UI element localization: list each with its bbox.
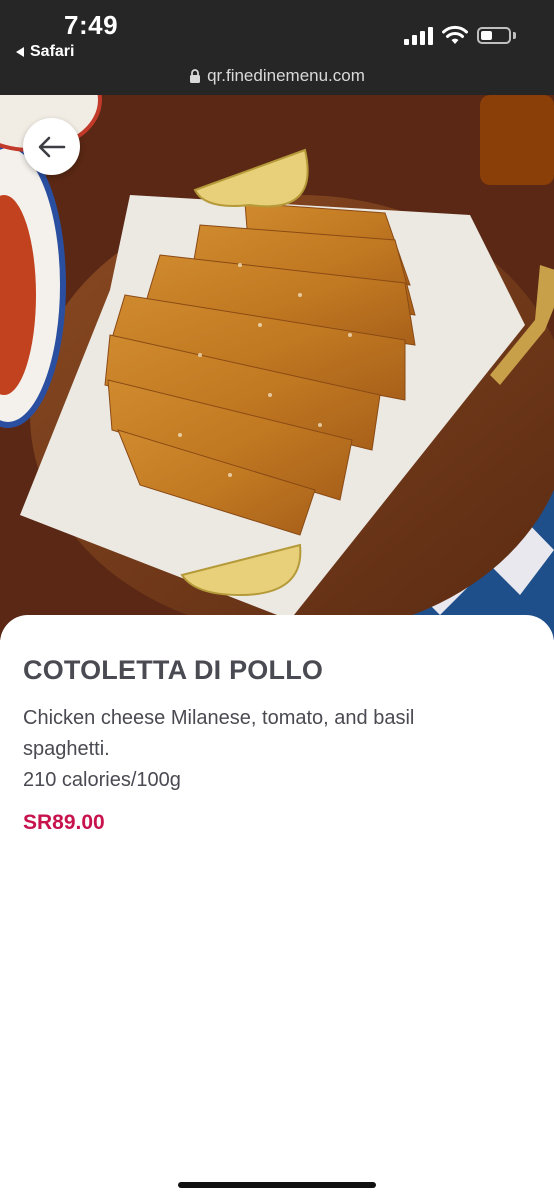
item-description: Chicken cheese Milanese, tomato, and bas… — [23, 703, 523, 796]
wifi-icon — [442, 25, 468, 44]
item-price: SR89.00 — [23, 811, 105, 834]
battery-icon — [477, 27, 511, 44]
back-to-app-link[interactable]: Safari — [16, 43, 74, 61]
status-bar: 7:49 Safari qr.finedinemenu.com — [0, 0, 554, 95]
arrow-left-icon — [38, 136, 65, 157]
description-line: spaghetti. — [23, 738, 110, 760]
back-app-label: Safari — [30, 43, 75, 60]
home-indicator[interactable] — [178, 1182, 376, 1188]
url-text: qr.finedinemenu.com — [207, 66, 365, 85]
back-triangle-icon — [16, 47, 24, 57]
address-bar[interactable]: qr.finedinemenu.com — [0, 66, 554, 86]
battery-cap — [513, 32, 516, 39]
calories-text: 210 calories/100g — [23, 769, 181, 791]
dish-illustration — [0, 95, 554, 640]
description-line: Chicken cheese Milanese, tomato, and bas… — [23, 707, 415, 729]
clock: 7:49 — [64, 10, 119, 40]
dish-photo — [0, 95, 554, 640]
lock-icon — [190, 69, 201, 83]
item-title: COTOLETTA DI POLLO — [23, 655, 324, 685]
back-button[interactable] — [23, 118, 80, 175]
cellular-signal-icon — [404, 27, 434, 45]
